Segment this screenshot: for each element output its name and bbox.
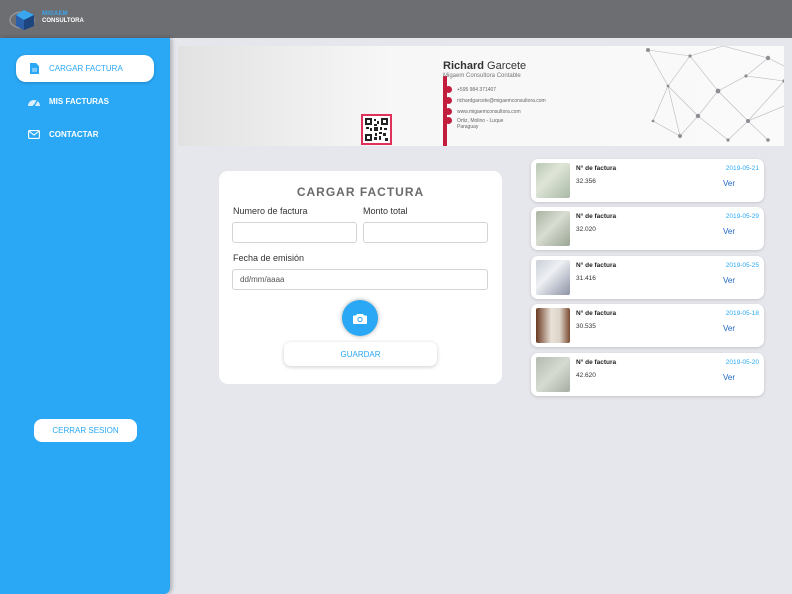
invoice-number-label: N° de factura: [576, 359, 617, 366]
invoice-number-label: N° de factura: [576, 310, 617, 317]
invoice-number-label: N° de factura: [576, 213, 617, 220]
network-pattern-decoration: [646, 46, 784, 142]
invoice-date: 2019-05-20: [725, 359, 759, 366]
invoice-number-label: N° de factura: [576, 165, 617, 172]
invoice-amount: 32.356: [576, 178, 596, 185]
phone-icon: [445, 86, 452, 93]
sidebar-item-label: CONTACTAR: [49, 130, 99, 139]
location-icon: [445, 117, 452, 124]
invoice-thumbnail: [536, 357, 570, 392]
view-invoice-link[interactable]: Ver: [723, 179, 735, 188]
invoice-card[interactable]: N° de factura 32.356 2019-05-21 Ver: [531, 159, 764, 202]
gauge-icon: [25, 97, 43, 107]
sidebar-item-cargar-factura[interactable]: CARGAR FACTURA: [16, 55, 154, 82]
invoice-date: 2019-05-21: [725, 165, 759, 172]
view-invoice-link[interactable]: Ver: [723, 373, 735, 382]
invoice-number-label: N° de factura: [576, 262, 617, 269]
view-invoice-link[interactable]: Ver: [723, 227, 735, 236]
invoice-number-label: Numero de factura: [233, 206, 308, 216]
view-invoice-link[interactable]: Ver: [723, 276, 735, 285]
form-title: CARGAR FACTURA: [296, 185, 425, 199]
camera-icon: [353, 313, 367, 324]
sidebar-item-label: CARGAR FACTURA: [49, 64, 123, 73]
invoice-card[interactable]: N° de factura 32.020 2019-05-29 Ver: [531, 207, 764, 250]
card-address: Ortiz, Molino - Luque: [445, 117, 503, 124]
invoice-card[interactable]: N° de factura 42.620 2019-05-20 Ver: [531, 353, 764, 396]
invoice-date: 2019-05-25: [725, 262, 759, 269]
issue-date-label: Fecha de emisión: [233, 253, 305, 263]
sidebar-item-mis-facturas[interactable]: MIS FACTURAS: [16, 88, 154, 115]
invoice-amount: 31.416: [576, 275, 596, 282]
save-button[interactable]: GUARDAR: [284, 342, 437, 366]
total-amount-label: Monto total: [363, 206, 408, 216]
total-amount-input[interactable]: [363, 222, 488, 243]
sidebar: CARGAR FACTURA MIS FACTURAS CONTACTAR CE…: [0, 38, 170, 594]
logo-cube-icon: [9, 10, 35, 30]
card-email: richardgarcete@migaemconsultora.com: [445, 97, 546, 104]
card-web: www.migaemconsultora.com: [445, 108, 521, 115]
sidebar-item-contactar[interactable]: CONTACTAR: [16, 121, 154, 148]
document-icon: [25, 63, 43, 74]
invoice-amount: 32.020: [576, 226, 596, 233]
invoice-date: 2019-05-29: [725, 213, 759, 220]
view-invoice-link[interactable]: Ver: [723, 324, 735, 333]
invoice-card[interactable]: N° de factura 30.535 2019-05-18 Ver: [531, 304, 764, 347]
card-person-name: Richard Garcete: [443, 60, 527, 72]
issue-date-placeholder: dd/mm/aaaa: [240, 275, 285, 284]
mail-icon: [25, 130, 43, 139]
upload-invoice-form: CARGAR FACTURA Numero de factura Monto t…: [219, 171, 502, 384]
card-company: Migaem Consultora Contable: [443, 73, 521, 79]
top-bar: MIGAEM CONSULTORA: [0, 0, 792, 38]
qr-code-icon: [361, 114, 392, 145]
invoice-thumbnail: [536, 163, 570, 198]
invoice-thumbnail: [536, 211, 570, 246]
invoice-card[interactable]: N° de factura 31.416 2019-05-25 Ver: [531, 256, 764, 299]
logo-text-secondary: CONSULTORA: [42, 18, 84, 24]
invoice-amount: 30.535: [576, 323, 596, 330]
web-icon: [445, 108, 452, 115]
brand-logo[interactable]: MIGAEM CONSULTORA: [8, 6, 88, 32]
invoice-number-input[interactable]: [232, 222, 357, 243]
invoice-thumbnail: [536, 260, 570, 295]
issue-date-input[interactable]: dd/mm/aaaa: [232, 269, 488, 290]
sidebar-item-label: MIS FACTURAS: [49, 97, 109, 106]
email-icon: [445, 97, 452, 104]
invoice-date: 2019-05-18: [725, 310, 759, 317]
logo-text-primary: MIGAEM: [42, 11, 68, 17]
camera-upload-button[interactable]: [342, 300, 378, 336]
invoice-amount: 42.620: [576, 372, 596, 379]
card-phone: +595 984 371407: [445, 86, 496, 93]
business-card-banner: Richard Garcete Migaem Consultora Contab…: [178, 46, 784, 146]
invoice-thumbnail: [536, 308, 570, 343]
card-address-country: Paraguay: [457, 124, 479, 130]
logout-button[interactable]: CERRAR SESION: [34, 419, 137, 442]
